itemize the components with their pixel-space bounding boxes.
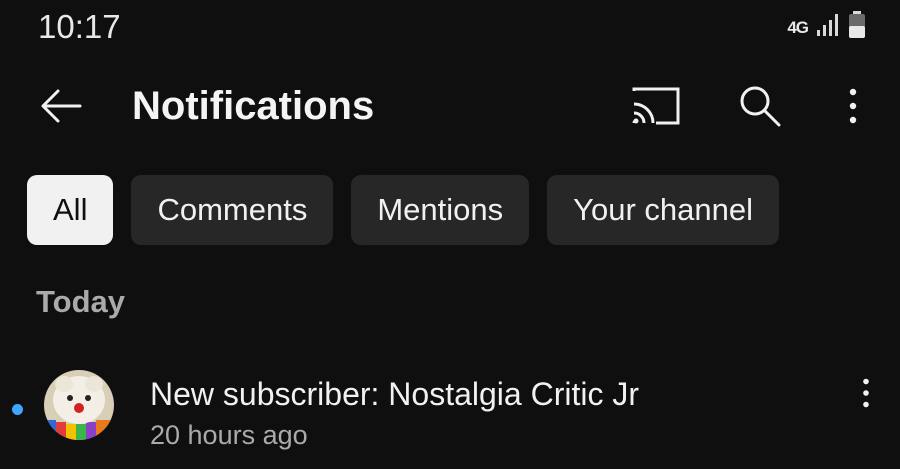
app-bar: Notifications xyxy=(0,60,900,152)
search-button[interactable] xyxy=(732,80,788,132)
notification-item[interactable]: New subscriber: Nostalgia Critic Jr 20 h… xyxy=(0,356,900,469)
chip-mentions[interactable]: Mentions xyxy=(351,175,530,245)
chip-your-channel[interactable]: Your channel xyxy=(547,175,779,245)
more-vertical-icon xyxy=(849,88,857,124)
back-arrow-icon xyxy=(41,89,82,123)
network-label: 4G xyxy=(787,17,809,37)
chip-all[interactable]: All xyxy=(27,175,114,245)
page-title: Notifications xyxy=(132,84,375,128)
more-options-button[interactable] xyxy=(830,80,876,132)
status-bar: 10:17 4G xyxy=(0,0,900,56)
status-icons: 4G xyxy=(787,10,866,44)
filter-chips: All Comments Mentions Your channel xyxy=(27,175,779,245)
avatar xyxy=(44,370,114,440)
cast-button[interactable] xyxy=(626,82,686,130)
signal-icon xyxy=(816,13,840,42)
chip-comments[interactable]: Comments xyxy=(131,175,334,245)
notification-menu-button[interactable] xyxy=(846,370,886,416)
battery-icon xyxy=(848,10,866,44)
notification-text: New subscriber: Nostalgia Critic Jr xyxy=(150,376,640,412)
lte-icon: 4G xyxy=(787,17,809,37)
section-header-today: Today xyxy=(36,284,125,319)
cast-icon xyxy=(632,87,680,125)
search-icon xyxy=(740,86,781,127)
back-button[interactable] xyxy=(36,82,86,130)
status-time: 10:17 xyxy=(38,8,121,45)
unread-dot-icon xyxy=(12,404,23,415)
notification-time: 20 hours ago xyxy=(150,420,308,450)
more-vertical-icon xyxy=(863,378,869,408)
